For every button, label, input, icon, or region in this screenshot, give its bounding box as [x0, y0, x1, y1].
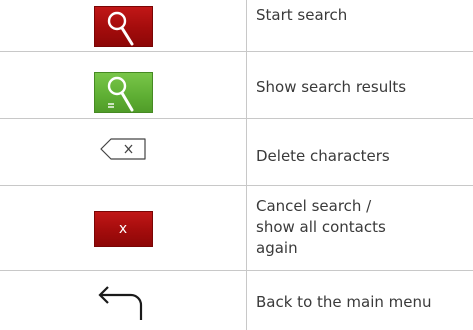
icon-cell — [0, 0, 246, 52]
start-search-button[interactable] — [93, 5, 153, 47]
search-results-icon — [107, 76, 133, 111]
icon-cell — [0, 276, 246, 330]
backspace-icon[interactable] — [99, 137, 147, 161]
row-label: Show search results — [256, 78, 407, 96]
cancel-search-button[interactable]: x — [93, 210, 153, 247]
show-results-button[interactable] — [93, 71, 153, 113]
search-icon — [107, 11, 133, 45]
icon-cell: x — [0, 186, 246, 271]
legend-table: Start search Show search results Delete … — [0, 0, 473, 330]
icon-cell — [0, 119, 246, 179]
row-label: Back to the main menu — [256, 293, 432, 311]
icon-cell — [0, 52, 246, 119]
back-arrow-icon[interactable] — [95, 285, 151, 321]
row-label: Cancel search / show all contacts again — [256, 197, 386, 257]
row-label: Delete characters — [256, 147, 390, 165]
cancel-icon: x — [118, 220, 128, 237]
row-label: Start search — [256, 6, 348, 24]
